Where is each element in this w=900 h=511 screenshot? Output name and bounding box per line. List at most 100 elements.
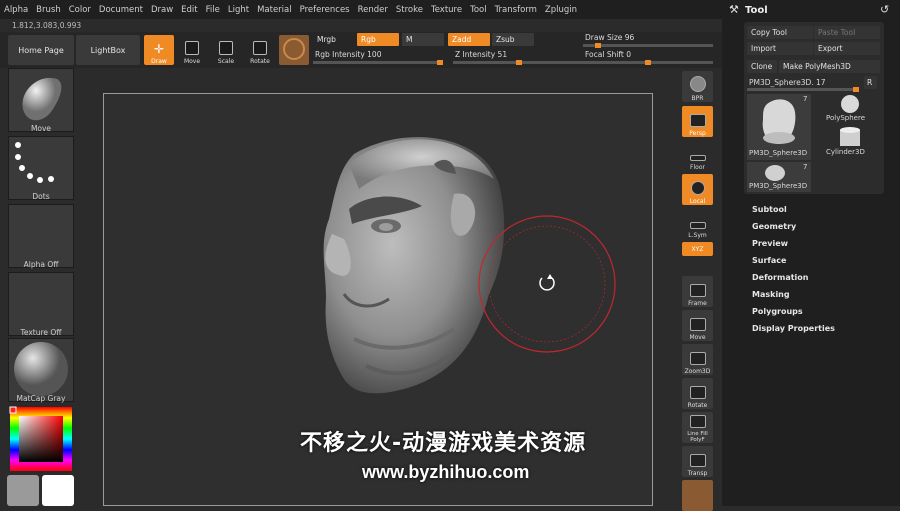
menu-tool[interactable]: Tool — [466, 5, 491, 15]
subpalette-masking[interactable]: Masking — [752, 290, 790, 299]
zsub-button[interactable]: Zsub — [492, 33, 534, 46]
brush-thumbnail[interactable] — [8, 68, 74, 132]
texture-thumbnail[interactable] — [8, 272, 74, 336]
menu-document[interactable]: Document — [95, 5, 147, 15]
top-toolbar: Home Page LightBox ✛ Draw Move Scale Rot… — [0, 32, 722, 68]
rgb-intensity-knob[interactable] — [437, 60, 443, 65]
transp-button[interactable]: Transp — [682, 446, 713, 477]
home-page-button[interactable]: Home Page — [8, 35, 74, 65]
tool-thumb-small[interactable]: 7 PM3D_Sphere3D — [747, 162, 811, 192]
subpalette-surface[interactable]: Surface — [752, 256, 786, 265]
menu-alpha[interactable]: Alpha — [0, 5, 32, 15]
left-shelf: Move Dots Alpha Off Texture Off MatCap G… — [7, 68, 74, 506]
color-picker[interactable] — [8, 405, 74, 473]
lightbox-button[interactable]: LightBox — [76, 35, 140, 65]
menu-bar: Alpha Brush Color Document Draw Edit Fil… — [0, 0, 722, 19]
lsym-button[interactable]: L.Sym — [682, 208, 713, 239]
floor-label: Floor — [690, 164, 705, 171]
persp-label: Persp — [689, 130, 706, 137]
subpalette-display-properties[interactable]: Display Properties — [752, 324, 835, 333]
import-button[interactable]: Import — [747, 42, 813, 55]
subpalette-preview[interactable]: Preview — [752, 239, 788, 248]
bpr-icon — [689, 76, 706, 92]
menu-edit[interactable]: Edit — [177, 5, 201, 15]
tool-thumb-cylinder[interactable]: Cylinder3D — [820, 126, 880, 158]
cylinder-label: Cylinder3D — [826, 148, 865, 156]
persp-button[interactable]: Persp — [682, 106, 713, 137]
floor-button[interactable]: Floor — [682, 140, 713, 171]
mrgb-button[interactable]: Mrgb — [313, 33, 355, 46]
current-tool-label: PM3D_Sphere3D. 17 — [749, 78, 826, 87]
copy-tool-button[interactable]: Copy Tool — [747, 26, 813, 39]
subpalette-geometry[interactable]: Geometry — [752, 222, 796, 231]
draw-size-knob[interactable] — [595, 43, 601, 48]
menu-transform[interactable]: Transform — [491, 5, 541, 15]
move-tool-label: Move — [183, 58, 201, 65]
zoom3d-icon — [689, 352, 706, 365]
menu-zplugin[interactable]: Zplugin — [541, 5, 581, 15]
menu-stroke[interactable]: Stroke — [392, 5, 427, 15]
move-icon — [185, 41, 199, 55]
xyz-label: XYZ — [691, 245, 704, 253]
zadd-button[interactable]: Zadd — [448, 33, 490, 46]
ghost-button[interactable] — [682, 480, 713, 511]
menu-preferences[interactable]: Preferences — [296, 5, 354, 15]
subpalette-subtool[interactable]: Subtool — [752, 205, 787, 214]
thumb-main-label: PM3D_Sphere3D — [749, 149, 808, 157]
draw-size-slider[interactable] — [583, 43, 713, 48]
focal-shift-knob[interactable] — [645, 60, 651, 65]
z-intensity-slider[interactable] — [453, 60, 583, 65]
zoom3d-button[interactable]: Zoom3D — [682, 344, 713, 375]
current-tool-slider[interactable] — [747, 87, 859, 92]
focal-shift-slider[interactable] — [583, 60, 713, 65]
tool-thumb-polysphere[interactable]: PolySphere — [820, 94, 880, 124]
m-button[interactable]: M — [402, 33, 444, 46]
menu-brush[interactable]: Brush — [32, 5, 65, 15]
alpha-caption: Alpha Off — [23, 260, 59, 269]
tool-thumb-main[interactable]: 7 PM3D_Sphere3D — [747, 94, 811, 160]
move-view-label: Move — [689, 334, 706, 341]
primary-color-swatch[interactable] — [42, 475, 74, 506]
subpalette-deformation[interactable]: Deformation — [752, 273, 808, 282]
frame-label: Frame — [688, 300, 707, 307]
menu-draw[interactable]: Draw — [147, 5, 177, 15]
export-button[interactable]: Export — [814, 42, 880, 55]
polyf-button[interactable]: Line Fill PolyF — [682, 412, 713, 443]
xyz-button[interactable]: XYZ — [682, 242, 713, 256]
subpalette-polygroups[interactable]: Polygroups — [752, 307, 803, 316]
menu-file[interactable]: File — [202, 5, 224, 15]
rotate-view-button[interactable]: Rotate — [682, 378, 713, 409]
secondary-color-swatch[interactable] — [7, 475, 39, 506]
tool-palette: ⚒ Tool ↺ Copy Tool Paste Tool Import Exp… — [722, 0, 900, 506]
color-wheel-icon — [9, 406, 72, 471]
alpha-thumbnail[interactable] — [8, 204, 74, 268]
current-tool-knob[interactable] — [853, 87, 859, 92]
material-swatch-button[interactable] — [279, 35, 309, 65]
bpr-button[interactable]: BPR — [682, 71, 713, 102]
local-button[interactable]: Local — [682, 174, 713, 205]
menu-render[interactable]: Render — [354, 5, 392, 15]
move-tool-button[interactable]: Move — [177, 35, 207, 65]
r-button[interactable]: R — [864, 76, 877, 89]
material-thumbnail[interactable] — [8, 338, 74, 402]
draw-tool-button[interactable]: ✛ Draw — [144, 35, 174, 65]
rgb-intensity-slider[interactable] — [313, 60, 443, 65]
clone-button[interactable]: Clone — [747, 60, 777, 73]
paste-tool-button[interactable]: Paste Tool — [814, 26, 880, 39]
make-polymesh-button[interactable]: Make PolyMesh3D — [779, 60, 880, 73]
frame-button[interactable]: Frame — [682, 276, 713, 307]
thumb-small-label: PM3D_Sphere3D — [749, 182, 808, 190]
stroke-thumbnail[interactable] — [8, 136, 74, 200]
move-brush-icon — [22, 77, 62, 121]
rotate-tool-button[interactable]: Rotate — [245, 35, 275, 65]
menu-material[interactable]: Material — [253, 5, 296, 15]
menu-light[interactable]: Light — [224, 5, 253, 15]
polysphere-label: PolySphere — [826, 114, 866, 122]
scale-tool-button[interactable]: Scale — [211, 35, 241, 65]
menu-color[interactable]: Color — [65, 5, 95, 15]
refresh-icon[interactable]: ↺ — [880, 3, 889, 16]
z-intensity-knob[interactable] — [516, 60, 522, 65]
rgb-button[interactable]: Rgb — [357, 33, 399, 46]
menu-texture[interactable]: Texture — [427, 5, 466, 15]
move-view-button[interactable]: Move — [682, 310, 713, 341]
